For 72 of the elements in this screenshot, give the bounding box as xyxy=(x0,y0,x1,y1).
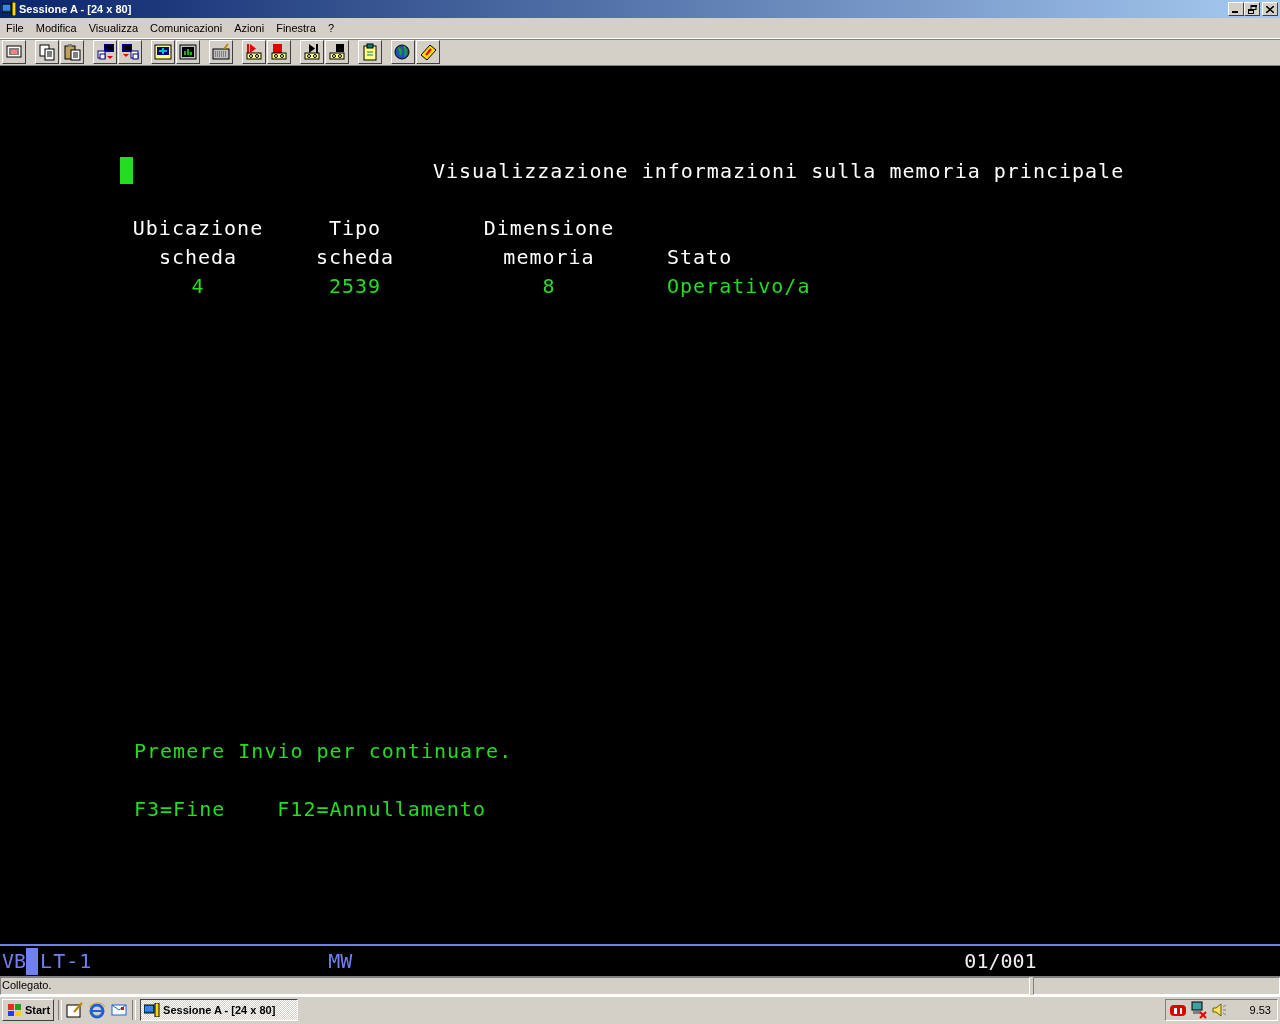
cursor-position: 01/001 xyxy=(964,949,1037,973)
prompt-text: Premere Invio per continuare. xyxy=(134,738,513,763)
column-heading: Tipo xyxy=(328,215,382,242)
column-heading: scheda xyxy=(158,244,238,271)
screen-title: Visualizzazione informazioni sulla memoria principale xyxy=(433,158,1125,183)
stop-button[interactable] xyxy=(325,40,349,64)
windows-icon xyxy=(121,43,139,61)
menu-item[interactable]: Finestra xyxy=(270,22,322,34)
table-cell-text: 2539 xyxy=(328,273,382,300)
keyboard-icon xyxy=(212,43,230,61)
record-button[interactable] xyxy=(242,40,266,64)
globe-button[interactable] xyxy=(391,40,415,64)
screen-button[interactable] xyxy=(2,40,26,64)
close-icon xyxy=(1266,5,1274,13)
windows-button[interactable] xyxy=(93,40,117,64)
stop-icon xyxy=(328,43,346,61)
display-icon xyxy=(154,43,172,61)
function-key: F12=Annullamento xyxy=(277,796,486,821)
table-cell-text: 8 xyxy=(542,273,556,300)
stop-button[interactable] xyxy=(267,40,291,64)
globe-icon xyxy=(394,43,412,61)
paste-button[interactable] xyxy=(60,40,84,64)
function-key: F3=Fine xyxy=(134,796,226,821)
network-disconnected-icon[interactable] xyxy=(1189,1000,1208,1019)
app-icon xyxy=(2,2,16,16)
status-text: LT-1 xyxy=(40,949,93,973)
menu-item[interactable]: Modifica xyxy=(29,22,83,34)
table-cell-text: Operativo/a xyxy=(667,273,811,300)
clock: 9.53 xyxy=(1249,1003,1271,1016)
column-heading: Ubicazione xyxy=(132,215,264,242)
screen-icon xyxy=(5,43,23,61)
browser-icon[interactable] xyxy=(88,1000,107,1019)
stop-icon xyxy=(270,43,288,61)
app-icon xyxy=(144,1002,161,1017)
column-heading: scheda xyxy=(315,244,395,271)
clipboard-button[interactable] xyxy=(358,40,382,64)
menu-item[interactable]: Azioni xyxy=(228,22,271,34)
close-button[interactable] xyxy=(1262,2,1278,16)
column-heading: Stato xyxy=(667,244,733,271)
table-cell-text: 4 xyxy=(191,273,205,300)
minimize-button[interactable] xyxy=(1228,2,1244,16)
menu-item[interactable]: ? xyxy=(321,22,341,34)
display-button[interactable] xyxy=(151,40,175,64)
windows-icon xyxy=(96,43,114,61)
cursor xyxy=(26,947,39,975)
copy-icon xyxy=(38,43,56,61)
play-button[interactable] xyxy=(300,40,324,64)
display-icon xyxy=(179,43,197,61)
mode-text: MW xyxy=(328,949,353,973)
menu-item[interactable]: Comunicazioni xyxy=(144,22,229,34)
copy-button[interactable] xyxy=(35,40,59,64)
restore-button[interactable] xyxy=(1244,2,1260,16)
windows-logo-icon xyxy=(6,1002,22,1017)
window-title: Sessione A - [24 x 80] xyxy=(19,3,133,15)
keyboard-button[interactable] xyxy=(209,40,233,64)
status-text: Collegato. xyxy=(0,977,1030,995)
column-heading: Dimensione xyxy=(483,215,615,242)
windows-button[interactable] xyxy=(118,40,142,64)
restore-icon xyxy=(1247,4,1257,14)
menu-item[interactable]: File xyxy=(0,22,30,34)
cursor xyxy=(120,157,133,184)
play-icon xyxy=(303,43,321,61)
paste-icon xyxy=(63,43,81,61)
display-button[interactable] xyxy=(176,40,200,64)
indicator-text: VB xyxy=(2,949,27,973)
taskbar-button[interactable]: Sessione A - [24 x 80] xyxy=(140,998,299,1021)
menu-item[interactable]: Visualizza xyxy=(82,22,145,34)
clipboard-icon xyxy=(361,43,379,61)
start-button[interactable]: Start xyxy=(2,998,55,1021)
record-icon xyxy=(245,43,263,61)
column-heading: memoria xyxy=(503,244,595,271)
speaker-icon[interactable] xyxy=(1210,1001,1227,1018)
